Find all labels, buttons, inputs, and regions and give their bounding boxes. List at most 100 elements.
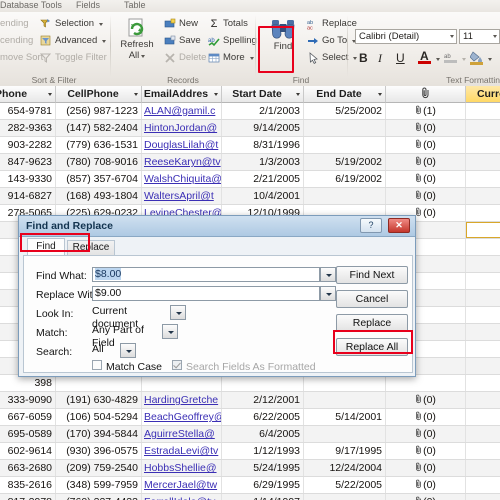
cell-emailaddres[interactable] bbox=[142, 375, 222, 391]
cell-currency[interactable]: $32.00 bbox=[466, 290, 500, 306]
cell-cellphone[interactable]: (780) 708-9016 bbox=[56, 154, 142, 170]
cell-phone[interactable]: 695-0589 bbox=[0, 426, 56, 442]
cell-currency[interactable]: $18.00 bbox=[466, 494, 500, 500]
cancel-button[interactable]: Cancel bbox=[336, 290, 408, 308]
cell-cellphone[interactable]: (779) 636-1531 bbox=[56, 137, 142, 153]
cell-startdate[interactable]: 1/3/2003 bbox=[222, 154, 304, 170]
column-header-phone[interactable]: Phone bbox=[0, 86, 56, 103]
cell-currency[interactable]: $25.00 bbox=[466, 324, 500, 340]
cell-currency[interactable]: $9.00 bbox=[466, 426, 500, 442]
cell-attachment[interactable]: (0) bbox=[386, 477, 466, 493]
cell-startdate[interactable]: 6/22/2005 bbox=[222, 409, 304, 425]
cell-attachment[interactable]: (0) bbox=[386, 443, 466, 459]
cell-currency[interactable]: $16.00 bbox=[466, 103, 500, 119]
cell-cellphone[interactable]: (191) 630-4829 bbox=[56, 392, 142, 408]
column-header-currency[interactable]: Currency bbox=[466, 86, 500, 103]
italic-button[interactable]: I bbox=[378, 51, 382, 65]
column-sort-chevron-down-icon-emailaddres[interactable] bbox=[214, 93, 218, 96]
ascending-button[interactable]: ending bbox=[0, 18, 29, 30]
search-fields-as-formatted-checkbox[interactable] bbox=[172, 360, 182, 370]
column-header-attachment[interactable] bbox=[386, 86, 466, 103]
cell-currency[interactable]: $31.00 bbox=[466, 409, 500, 425]
cell-phone[interactable]: 333-9090 bbox=[0, 392, 56, 408]
cell-emailaddres[interactable]: WaltersApril@t bbox=[142, 188, 222, 204]
cell-cellphone[interactable]: (168) 493-1804 bbox=[56, 188, 142, 204]
cell-currency[interactable]: $16.00 bbox=[466, 443, 500, 459]
table-row[interactable]: 847-9623 (780) 708-9016 ReeseKaryn@tv 1/3/2… bbox=[0, 154, 500, 171]
cell-emailaddres[interactable]: ALAN@gamil.c bbox=[142, 103, 222, 119]
cell-cellphone[interactable]: (760) 227-4433 bbox=[56, 494, 142, 500]
font-color-button[interactable]: A bbox=[418, 49, 432, 66]
cell-emailaddres[interactable]: HintonJordan@ bbox=[142, 120, 222, 136]
cell-startdate[interactable]: 6/4/2005 bbox=[222, 426, 304, 442]
cell-startdate[interactable]: 9/14/2005 bbox=[222, 120, 304, 136]
cell-attachment[interactable]: (1) bbox=[386, 103, 466, 119]
cell-enddate[interactable] bbox=[304, 494, 386, 500]
cell-emailaddres[interactable]: FerrellIdola@tv bbox=[142, 494, 222, 500]
cell-phone[interactable]: 663-2680 bbox=[0, 460, 56, 476]
help-button[interactable]: ? bbox=[360, 218, 382, 233]
search-dropdown-button[interactable] bbox=[120, 343, 136, 358]
column-header-startdate[interactable]: Start Date bbox=[222, 86, 304, 103]
cell-attachment[interactable]: (0) bbox=[386, 409, 466, 425]
cell-cellphone[interactable] bbox=[56, 375, 142, 391]
fill-color-button[interactable] bbox=[469, 50, 484, 66]
cell-cellphone[interactable]: (147) 582-2404 bbox=[56, 120, 142, 136]
cell-emailaddres[interactable]: WalshChiquita@ bbox=[142, 171, 222, 187]
cell-emailaddres[interactable]: ReeseKaryn@tv bbox=[142, 154, 222, 170]
cell-cellphone[interactable]: (348) 599-7959 bbox=[56, 477, 142, 493]
cell-currency[interactable]: $31.00 bbox=[466, 137, 500, 153]
cell-currency[interactable]: $16.00 bbox=[466, 392, 500, 408]
table-row[interactable]: 143-9330 (857) 357-6704 WalshChiquita@ 2/21… bbox=[0, 171, 500, 188]
cell-attachment[interactable]: (0) bbox=[386, 494, 466, 500]
cell-enddate[interactable] bbox=[304, 375, 386, 391]
column-header-emailaddres[interactable]: EmailAddres bbox=[142, 86, 222, 103]
cell-phone[interactable]: 398 bbox=[0, 375, 56, 391]
column-header-enddate[interactable]: End Date bbox=[304, 86, 386, 103]
cell-startdate[interactable] bbox=[222, 375, 304, 391]
table-row[interactable]: 602-9614 (930) 396-0575 EstradaLevi@tv 1/12… bbox=[0, 443, 500, 460]
cell-phone[interactable]: 602-9614 bbox=[0, 443, 56, 459]
cell-currency[interactable]: $19.00 bbox=[466, 154, 500, 170]
cell-attachment[interactable]: (0) bbox=[386, 392, 466, 408]
cell-enddate[interactable]: 6/19/2002 bbox=[304, 171, 386, 187]
replace-with-dropdown-button[interactable] bbox=[320, 286, 336, 301]
cell-currency[interactable]: $19.00 bbox=[466, 460, 500, 476]
tab-table[interactable]: Table bbox=[124, 0, 146, 11]
cell-currency[interactable]: $14.00 bbox=[466, 341, 500, 357]
advanced-button[interactable]: Advanced bbox=[40, 35, 107, 47]
cell-enddate[interactable] bbox=[304, 426, 386, 442]
cell-emailaddres[interactable]: MercerJael@tw bbox=[142, 477, 222, 493]
cell-phone[interactable]: 817-2978 bbox=[0, 494, 56, 500]
font-color-chevron-down-icon[interactable] bbox=[436, 58, 440, 61]
cell-currency[interactable]: $34.00 bbox=[466, 358, 500, 374]
cell-enddate[interactable]: 5/14/2001 bbox=[304, 409, 386, 425]
cell-startdate[interactable]: 2/12/2001 bbox=[222, 392, 304, 408]
cell-emailaddres[interactable]: EstradaLevi@tv bbox=[142, 443, 222, 459]
cell-enddate[interactable]: 5/25/2002 bbox=[304, 103, 386, 119]
cell-emailaddres[interactable]: HobbsShellie@ bbox=[142, 460, 222, 476]
cell-phone[interactable]: 914-6827 bbox=[0, 188, 56, 204]
cell-currency[interactable]: $18.00 bbox=[466, 188, 500, 204]
table-row[interactable]: 835-2616 (348) 599-7959 MercerJael@tw 6/29/… bbox=[0, 477, 500, 494]
cell-cellphone[interactable]: (857) 357-6704 bbox=[56, 171, 142, 187]
totals-button[interactable]: Σ Totals bbox=[208, 18, 248, 30]
column-header-cellphone[interactable]: CellPhone bbox=[56, 86, 142, 103]
table-row[interactable]: 282-9363 (147) 582-2404 HintonJordan@ 9/14/… bbox=[0, 120, 500, 137]
cell-phone[interactable]: 667-6059 bbox=[0, 409, 56, 425]
cell-attachment[interactable] bbox=[386, 375, 466, 391]
cell-startdate[interactable]: 2/21/2005 bbox=[222, 171, 304, 187]
cell-currency[interactable]: $27.00 bbox=[466, 273, 500, 289]
cell-phone[interactable]: 282-9363 bbox=[0, 120, 56, 136]
spelling-button[interactable]: ab Spelling bbox=[208, 35, 257, 47]
cell-attachment[interactable]: (0) bbox=[386, 137, 466, 153]
table-row[interactable]: 333-9090 (191) 630-4829 HardingGretche 2/12… bbox=[0, 392, 500, 409]
tab-fields[interactable]: Fields bbox=[76, 0, 100, 11]
cell-enddate[interactable] bbox=[304, 188, 386, 204]
cell-emailaddres[interactable]: HardingGretche bbox=[142, 392, 222, 408]
table-row[interactable]: 667-6059 (106) 504-5294 BeachGeoffrey@ 6/22… bbox=[0, 409, 500, 426]
table-row[interactable]: 914-6827 (168) 493-1804 WaltersApril@t 10/4… bbox=[0, 188, 500, 205]
cell-currency[interactable]: $21.00 bbox=[466, 239, 500, 255]
cell-currency[interactable]: $30.00 bbox=[466, 205, 500, 221]
table-row[interactable]: 663-2680 (209) 759-2540 HobbsShellie@ 5/24/… bbox=[0, 460, 500, 477]
